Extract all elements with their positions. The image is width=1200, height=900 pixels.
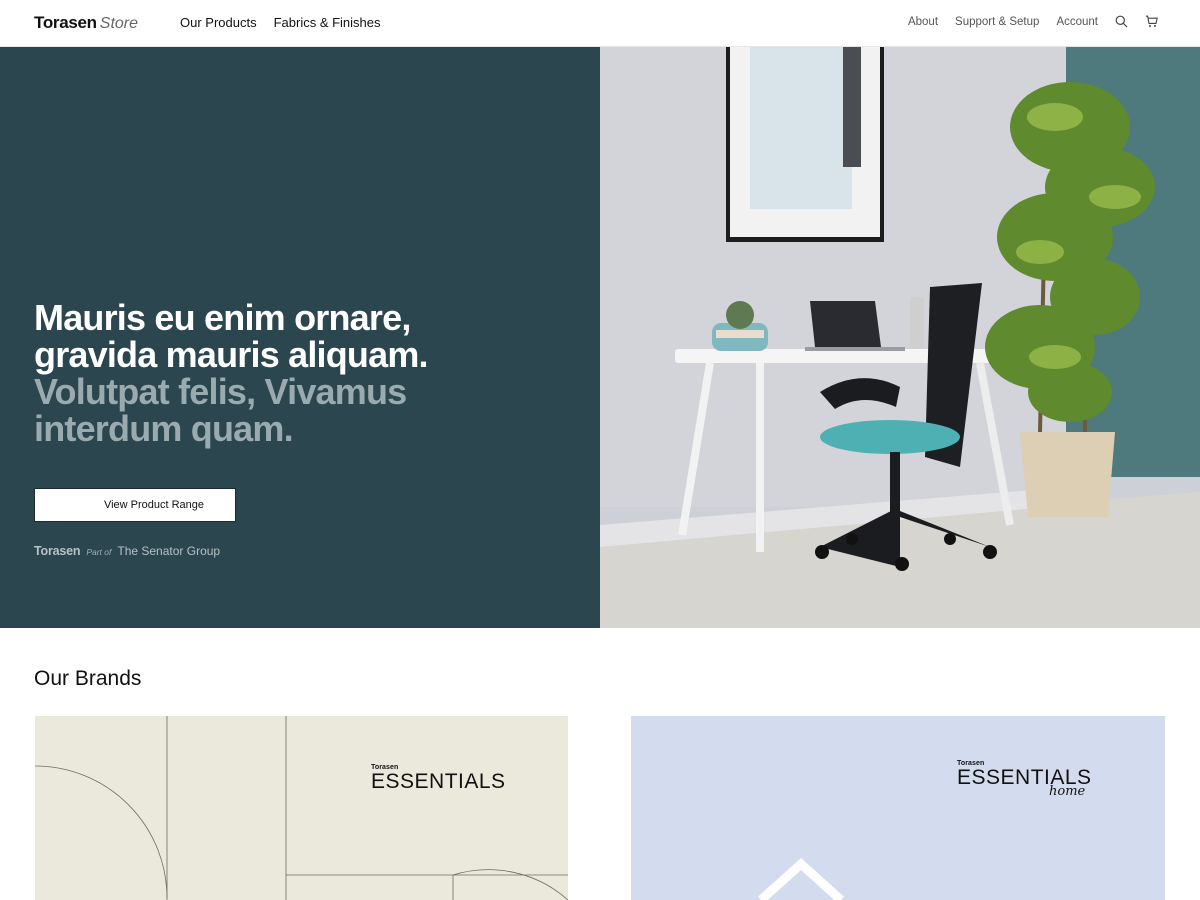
brand-card-essentials-home[interactable]: Torasen ESSENTIALS home xyxy=(631,716,1165,900)
group-name: The Senator Group xyxy=(117,544,221,558)
group-brand-logo: Torasen xyxy=(34,544,81,558)
nav-about[interactable]: About xyxy=(908,16,938,28)
hero-headline: Mauris eu enim ornare, gravida mauris al… xyxy=(34,299,504,447)
office-scene-illustration xyxy=(600,47,1200,628)
view-product-range-button[interactable]: View Product Range xyxy=(34,488,236,522)
brand-mark-name: ESSENTIALS xyxy=(371,770,506,793)
essentials-home-brand-logo: Torasen ESSENTIALS home xyxy=(957,760,1092,799)
brands-section-title: Our Brands xyxy=(34,667,142,690)
brand-mark-home-script: home xyxy=(1049,784,1086,799)
essentials-brand-logo: Torasen ESSENTIALS xyxy=(371,764,506,793)
nav-account[interactable]: Account xyxy=(1056,16,1098,28)
logo-store-label: Store xyxy=(99,15,139,32)
geometric-line-pattern xyxy=(35,716,568,900)
secondary-nav: About Support & Setup Account xyxy=(908,15,1158,28)
headline-line-3: Volutpat felis, Vivamus xyxy=(34,371,407,412)
nav-fabrics-finishes[interactable]: Fabrics & Finishes xyxy=(274,15,381,30)
cart-icon[interactable] xyxy=(1145,15,1158,28)
headline-line-2: gravida mauris aliquam. xyxy=(34,334,429,375)
hero-text-panel: Mauris eu enim ornare, gravida mauris al… xyxy=(0,47,600,628)
hero-office-image xyxy=(600,47,1200,628)
nav-our-products[interactable]: Our Products xyxy=(180,15,257,30)
headline-line-4: interdum quam. xyxy=(34,408,294,449)
primary-nav: Our Products Fabrics & Finishes xyxy=(180,15,381,30)
parent-group-credit: Torasen Part of The Senator Group xyxy=(34,544,220,558)
store-logo[interactable]: Torasen Store xyxy=(34,13,138,33)
hero-section: Mauris eu enim ornare, gravida mauris al… xyxy=(0,47,1200,628)
group-part-of: Part of xyxy=(86,547,112,557)
search-icon[interactable] xyxy=(1115,15,1128,28)
house-outline-graphic xyxy=(757,857,845,900)
logo-wordmark: Torasen xyxy=(34,13,97,32)
headline-line-1: Mauris eu enim ornare, xyxy=(34,297,411,338)
site-header: Torasen Store Our Products Fabrics & Fin… xyxy=(0,0,1200,47)
brand-card-essentials[interactable]: Torasen ESSENTIALS xyxy=(35,716,568,900)
nav-support-setup[interactable]: Support & Setup xyxy=(955,16,1039,28)
